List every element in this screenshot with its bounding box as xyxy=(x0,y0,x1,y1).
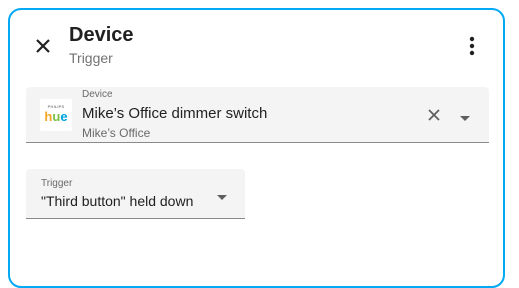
trigger-select[interactable]: Trigger "Third button" held down xyxy=(26,169,245,219)
device-field-value: Mike’s Office dimmer switch xyxy=(82,105,268,122)
hue-logo: PHILIPS hue xyxy=(40,99,72,131)
arrow-drop-down-icon xyxy=(458,111,472,128)
arrow-drop-down-icon xyxy=(215,190,229,200)
automation-trigger-card: Device Trigger PHILIPS hue Device Mike’s… xyxy=(8,8,505,288)
trigger-field-label: Trigger xyxy=(41,178,73,189)
device-picker[interactable]: PHILIPS hue Device Mike’s Office dimmer … xyxy=(26,87,489,143)
more-vertical-icon xyxy=(463,33,481,59)
trigger-field-value: "Third button" held down xyxy=(41,193,194,209)
card-subtitle: Trigger xyxy=(69,50,113,66)
close-button[interactable] xyxy=(30,33,56,59)
overflow-menu-button[interactable] xyxy=(463,33,481,59)
clear-icon xyxy=(425,109,443,128)
clear-device-button[interactable] xyxy=(425,106,443,124)
device-field-label: Device xyxy=(82,89,113,100)
card-title: Device xyxy=(69,24,134,46)
logo-letter-e: e xyxy=(60,109,68,124)
device-area: Mike’s Office xyxy=(82,126,151,140)
logo-brand: hue xyxy=(40,110,72,124)
close-icon xyxy=(30,33,56,59)
device-dropdown-button[interactable] xyxy=(458,111,472,121)
